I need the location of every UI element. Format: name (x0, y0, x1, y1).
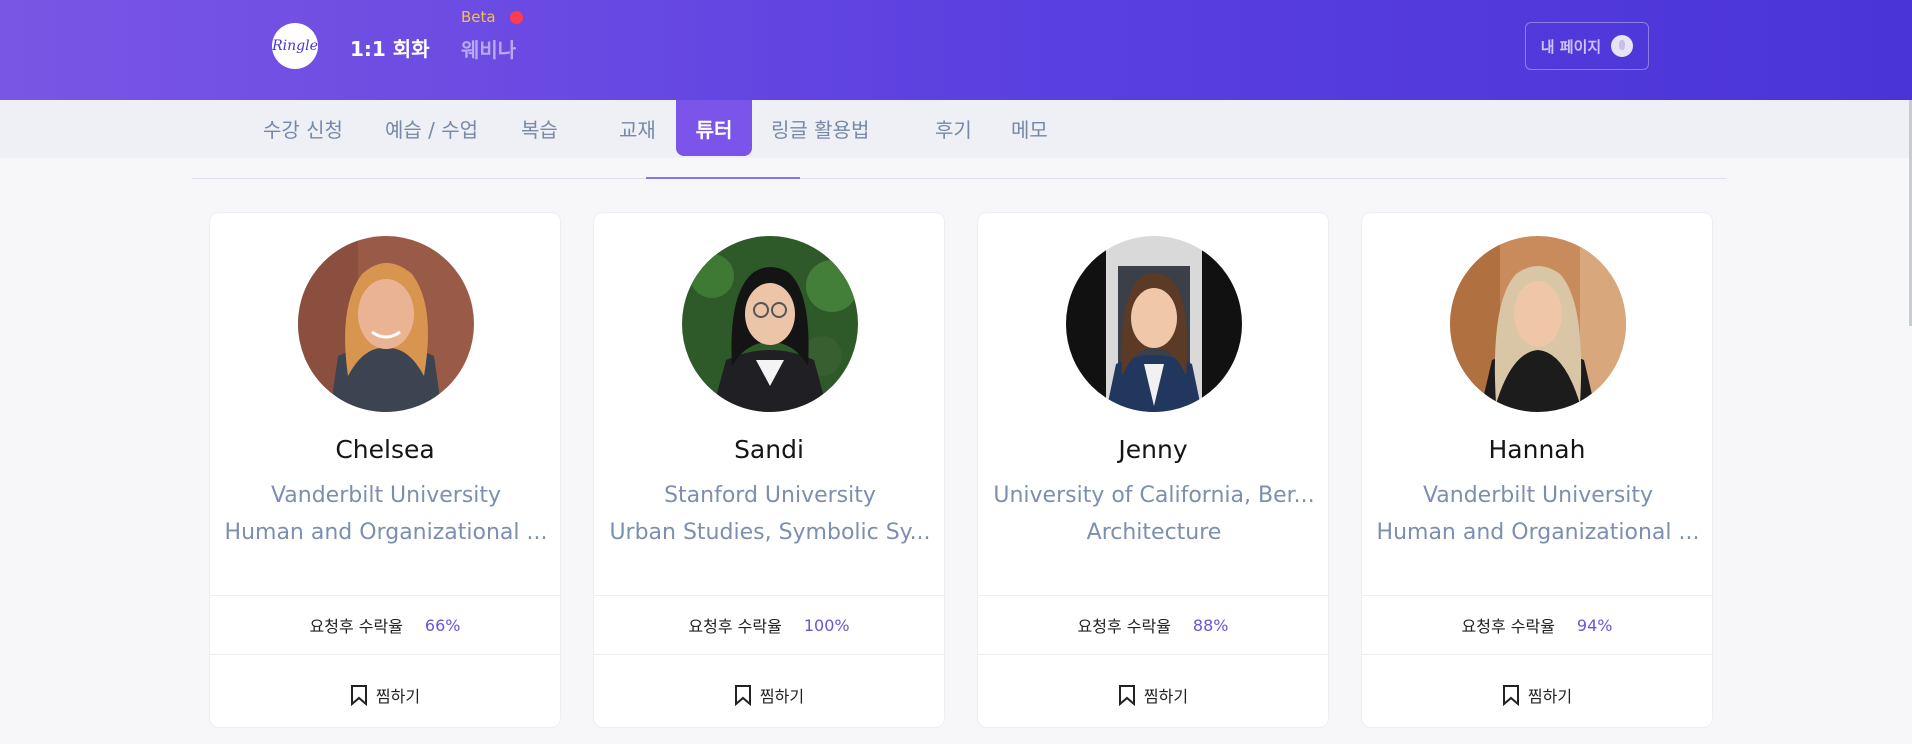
acceptance-rate-value: 88% (1192, 615, 1229, 635)
acceptance-rate-value: 94% (1576, 615, 1613, 635)
bookmark-label: 찜하기 (759, 687, 805, 706)
bookmark-icon (1118, 685, 1135, 706)
bookmark-label: 찜하기 (1143, 687, 1189, 706)
tab-materials[interactable]: 교재 (619, 100, 656, 156)
tutor-card[interactable]: Jenny University of California, Ber... A… (977, 212, 1329, 728)
tutor-photo (1450, 236, 1626, 412)
ringle-logo[interactable]: Ringle (272, 23, 318, 69)
tutor-name: Chelsea (335, 435, 435, 464)
tutor-name: Sandi (734, 435, 804, 464)
tutor-major: Urban Studies, Symbolic Sy... (609, 520, 931, 545)
my-page-button[interactable]: 내 페이지 (1525, 22, 1649, 70)
tutor-name: Jenny (1118, 435, 1188, 464)
tab-enrollment[interactable]: 수강 신청 (263, 100, 343, 156)
tab-prep-class[interactable]: 예습 / 수업 (385, 100, 478, 156)
tutor-school: Stanford University (664, 483, 876, 508)
bookmark-icon (734, 685, 751, 706)
logo-wordmark: Ringle (272, 38, 318, 54)
bookmark-label: 찜하기 (375, 687, 421, 706)
bookmark-button[interactable]: 찜하기 (1362, 675, 1712, 715)
my-page-label: 내 페이지 (1540, 37, 1602, 56)
tutor-photo (1066, 236, 1242, 412)
bookmark-button[interactable]: 찜하기 (594, 675, 944, 715)
tutor-major: Architecture (1086, 520, 1222, 545)
tab-tutors[interactable]: 튜터 (676, 100, 752, 156)
acceptance-rate-row: 요청후 수락율 94% (1362, 595, 1712, 655)
tutor-photo (298, 236, 474, 412)
acceptance-rate-label: 요청후 수락율 (309, 617, 403, 636)
nav-webinar-link[interactable]: 웨비나 (461, 34, 516, 63)
content-divider (192, 178, 1727, 179)
tutor-photo (682, 236, 858, 412)
tutor-school: Vanderbilt University (270, 483, 502, 508)
profile-avatar-icon (1611, 35, 1634, 57)
acceptance-rate-label: 요청후 수락율 (1077, 617, 1171, 636)
bookmark-button[interactable]: 찜하기 (210, 675, 560, 715)
tutor-school: University of California, Ber... (993, 483, 1315, 508)
tutor-major: Human and Organizational ... (1376, 520, 1700, 545)
tutor-major: Human and Organizational ... (224, 520, 548, 545)
tab-review[interactable]: 복습 (521, 100, 558, 156)
top-header: Ringle 1:1 회화 Beta 웨비나 내 페이지 (0, 0, 1912, 100)
bookmark-button[interactable]: 찜하기 (978, 675, 1328, 715)
beta-indicator-dot (510, 11, 523, 24)
acceptance-rate-label: 요청후 수락율 (1461, 617, 1555, 636)
bookmark-icon (350, 685, 367, 706)
bookmark-label: 찜하기 (1527, 687, 1573, 706)
active-tab-underline (646, 177, 800, 179)
sub-navigation: 수강 신청 예습 / 수업 복습 교재 튜터 링글 활용법 후기 메모 (0, 100, 1912, 158)
beta-label: Beta (461, 8, 496, 26)
tutor-card[interactable]: Chelsea Vanderbilt University Human and … (209, 212, 561, 728)
acceptance-rate-value: 100% (803, 615, 850, 635)
tab-memo[interactable]: 메모 (1011, 100, 1048, 156)
tutor-name: Hannah (1488, 435, 1586, 464)
tab-reviews[interactable]: 후기 (935, 100, 972, 156)
tutor-card[interactable]: Hannah Vanderbilt University Human and O… (1361, 212, 1713, 728)
acceptance-rate-row: 요청후 수락율 66% (210, 595, 560, 655)
tutor-card[interactable]: Sandi Stanford University Urban Studies,… (593, 212, 945, 728)
acceptance-rate-row: 요청후 수락율 88% (978, 595, 1328, 655)
tutor-school: Vanderbilt University (1422, 483, 1654, 508)
bookmark-icon (1502, 685, 1519, 706)
acceptance-rate-value: 66% (424, 615, 461, 635)
acceptance-rate-label: 요청후 수락율 (688, 617, 782, 636)
tab-how-to-use[interactable]: 링글 활용법 (771, 100, 869, 156)
acceptance-rate-row: 요청후 수락율 100% (594, 595, 944, 655)
nav-conversation-link[interactable]: 1:1 회화 (350, 33, 430, 62)
